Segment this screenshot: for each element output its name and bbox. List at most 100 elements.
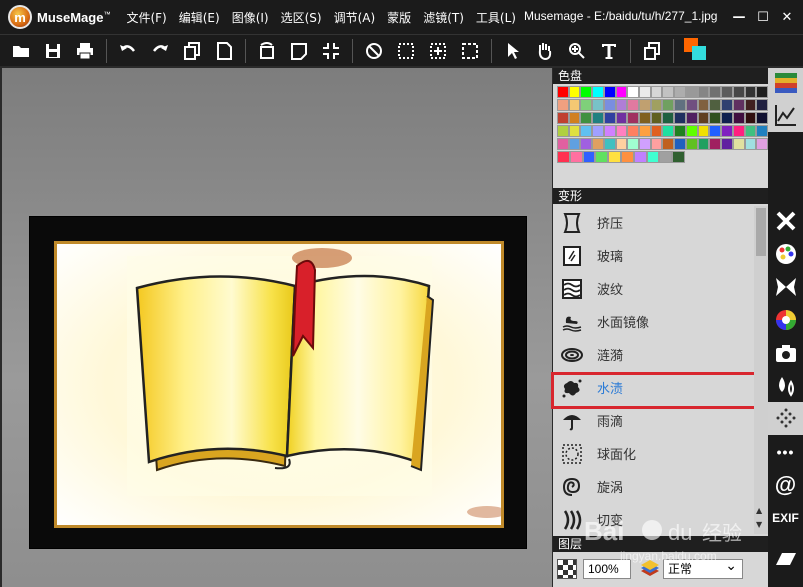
color-swatch[interactable]	[672, 151, 685, 163]
color-swatch[interactable]	[685, 112, 698, 124]
color-swatch[interactable]	[674, 99, 686, 111]
menu-tools[interactable]: 工具(L)	[470, 9, 522, 26]
color-swatch[interactable]	[674, 138, 686, 150]
blend-mode-select[interactable]: 正常	[663, 557, 743, 579]
color-swatch[interactable]	[557, 125, 569, 137]
color-swatch[interactable]	[721, 99, 733, 111]
color-swatch[interactable]	[603, 112, 616, 124]
background-color[interactable]	[692, 45, 706, 60]
color-swatch[interactable]	[592, 138, 604, 150]
layer-stack-icon[interactable]	[639, 559, 661, 579]
color-swatch[interactable]	[709, 99, 722, 111]
copy-icon[interactable]	[179, 38, 205, 64]
color-swatch[interactable]	[568, 86, 581, 98]
color-swatch[interactable]	[709, 125, 722, 137]
transform-item-3[interactable]: 水面镜像	[553, 305, 768, 338]
color-swatch[interactable]	[744, 138, 757, 150]
color-swatch[interactable]	[603, 138, 616, 150]
color-swatch[interactable]	[744, 112, 757, 124]
select-all-icon[interactable]	[457, 38, 483, 64]
color-swatch[interactable]	[732, 138, 745, 150]
color-swatch[interactable]	[744, 125, 757, 137]
color-swatch[interactable]	[744, 86, 757, 98]
menu-select[interactable]: 选区(S)	[275, 9, 328, 26]
crop-rotate-icon[interactable]	[286, 38, 312, 64]
dots-pattern-icon[interactable]	[768, 402, 803, 435]
color-swatch[interactable]	[732, 112, 745, 124]
color-palette-icon[interactable]	[768, 237, 803, 270]
color-swatch[interactable]	[557, 151, 570, 163]
color-wheel-icon[interactable]	[768, 303, 803, 336]
color-swatch[interactable]	[568, 112, 581, 124]
color-swatch[interactable]	[721, 112, 733, 124]
color-swatch[interactable]	[721, 86, 733, 98]
color-swatch-icon[interactable]	[682, 37, 708, 64]
color-swatch[interactable]	[674, 86, 686, 98]
color-swatch[interactable]	[615, 125, 628, 137]
exif-icon[interactable]: EXIF	[768, 501, 803, 534]
transform-item-9[interactable]: 切变	[553, 503, 768, 536]
color-swatch[interactable]	[650, 86, 663, 98]
color-swatch[interactable]	[627, 112, 640, 124]
color-swatch[interactable]	[603, 125, 616, 137]
close-button[interactable]: ✕	[775, 7, 799, 27]
color-swatch[interactable]	[756, 86, 768, 98]
color-swatch[interactable]	[697, 138, 710, 150]
menu-filter[interactable]: 滤镜(T)	[417, 9, 470, 26]
color-swatch[interactable]	[756, 138, 768, 150]
color-swatch[interactable]	[568, 99, 581, 111]
color-swatch[interactable]	[615, 99, 628, 111]
color-swatch[interactable]	[650, 125, 663, 137]
canvas-area[interactable]	[2, 68, 552, 587]
tools-icon[interactable]	[768, 204, 803, 237]
color-swatch[interactable]	[650, 112, 663, 124]
color-swatch[interactable]	[756, 125, 768, 137]
at-icon[interactable]: @	[768, 468, 803, 501]
select-rect-icon[interactable]	[393, 38, 419, 64]
transform-item-1[interactable]: 玻璃	[553, 239, 768, 272]
color-swatch[interactable]	[639, 99, 651, 111]
color-swatch[interactable]	[580, 112, 593, 124]
transform-scrollbar[interactable]: ▲ ▼	[754, 206, 768, 534]
color-swatch[interactable]	[595, 151, 609, 163]
select-move-icon[interactable]	[425, 38, 451, 64]
print-icon[interactable]	[72, 38, 98, 64]
color-swatch[interactable]	[659, 151, 673, 163]
scroll-down-arrow-icon[interactable]: ▼	[756, 520, 762, 529]
menu-image[interactable]: 图像(I)	[226, 9, 275, 26]
color-swatch[interactable]	[697, 112, 710, 124]
menu-mask[interactable]: 蒙版	[381, 9, 417, 26]
color-swatch[interactable]	[592, 99, 604, 111]
color-swatch[interactable]	[639, 125, 651, 137]
color-swatch[interactable]	[580, 86, 593, 98]
transparency-checker-icon[interactable]	[557, 559, 577, 579]
undo-icon[interactable]	[115, 38, 141, 64]
menu-file[interactable]: 文件(F)	[120, 9, 172, 26]
transform-item-6[interactable]: 雨滴	[553, 404, 768, 437]
color-swatch[interactable]	[557, 112, 569, 124]
scroll-thumb[interactable]	[756, 208, 766, 256]
drops-icon[interactable]	[768, 369, 803, 402]
color-swatch[interactable]	[582, 151, 596, 163]
palette-icon[interactable]	[768, 68, 803, 98]
color-swatch[interactable]	[639, 112, 651, 124]
color-swatch[interactable]	[608, 151, 621, 163]
color-swatch[interactable]	[557, 99, 569, 111]
fit-icon[interactable]	[318, 38, 344, 64]
layers-icon[interactable]	[639, 38, 665, 64]
butterfly-icon[interactable]	[768, 270, 803, 303]
color-swatch[interactable]	[650, 99, 663, 111]
color-swatch[interactable]	[685, 125, 698, 137]
color-swatch[interactable]	[685, 99, 698, 111]
color-swatch[interactable]	[603, 86, 616, 98]
color-swatch[interactable]	[674, 125, 686, 137]
color-swatch[interactable]	[662, 99, 675, 111]
color-swatch[interactable]	[557, 138, 569, 150]
color-swatch[interactable]	[662, 125, 675, 137]
color-swatch[interactable]	[627, 138, 640, 150]
canvas-image[interactable]	[57, 244, 501, 525]
color-swatch[interactable]	[639, 138, 651, 150]
color-swatch[interactable]	[685, 138, 698, 150]
pointer-icon[interactable]	[500, 38, 526, 64]
text-icon[interactable]	[596, 38, 622, 64]
